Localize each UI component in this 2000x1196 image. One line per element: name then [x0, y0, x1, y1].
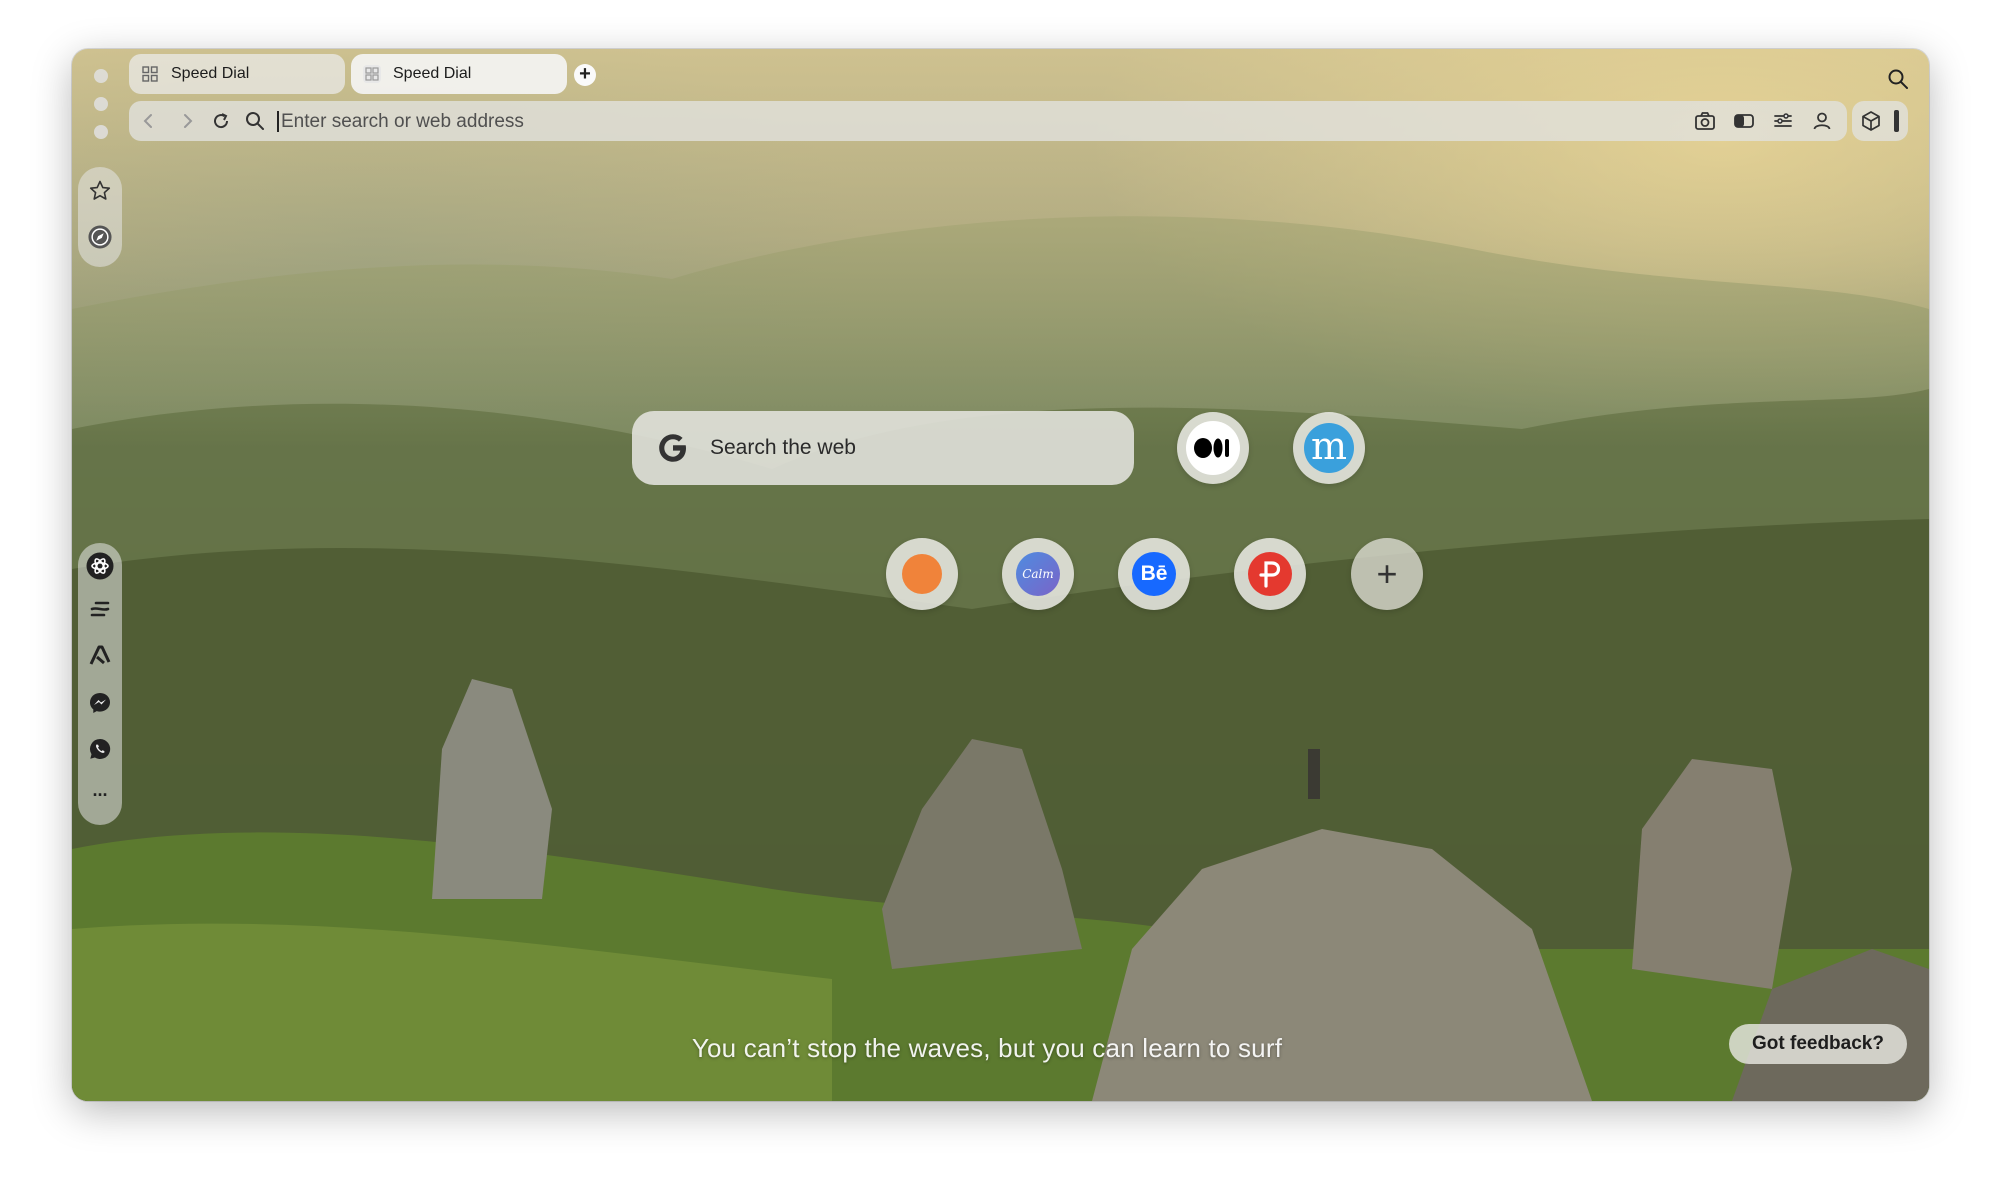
reader-mode-icon[interactable] — [1733, 110, 1755, 132]
tab-label: Speed Dial — [393, 65, 472, 82]
orange-circle-icon — [902, 554, 942, 594]
reload-icon[interactable] — [211, 111, 231, 131]
zoom-window-button[interactable] — [94, 125, 108, 139]
google-icon — [656, 431, 690, 465]
more-icon[interactable]: ··· — [88, 783, 112, 807]
tab-label: Speed Dial — [171, 65, 250, 82]
window-controls — [94, 69, 110, 153]
speed-dial-add-button[interactable]: + — [1351, 538, 1423, 610]
tab-speed-dial-1[interactable]: Speed Dial — [129, 54, 345, 94]
wallpaper-landscape — [72, 49, 1929, 1101]
whatsapp-icon[interactable] — [88, 737, 112, 761]
speed-dial-calm[interactable]: Calm — [1002, 538, 1074, 610]
speed-dial-grid-icon — [141, 65, 159, 83]
new-tab-button[interactable]: + — [574, 64, 596, 86]
p-logo-icon — [1248, 552, 1292, 596]
search-tabs-icon[interactable] — [1887, 68, 1909, 90]
tab-speed-dial-2[interactable]: Speed Dial — [351, 54, 567, 94]
minimize-window-button[interactable] — [94, 97, 108, 111]
speed-dial-producthunt[interactable] — [1234, 538, 1306, 610]
speed-dial-grid-icon — [363, 65, 381, 83]
easy-setup-icon[interactable] — [1772, 110, 1794, 132]
back-icon[interactable] — [139, 111, 159, 131]
extensions-area — [1852, 101, 1908, 141]
extensions-cube-icon[interactable] — [1860, 110, 1882, 132]
search-icon — [245, 111, 265, 131]
aria-icon[interactable] — [88, 643, 112, 667]
compass-icon[interactable] — [88, 225, 112, 249]
got-feedback-button[interactable]: Got feedback? — [1729, 1024, 1907, 1064]
web-search-box[interactable]: Search the web — [632, 411, 1134, 485]
speed-dial-orange[interactable] — [886, 538, 958, 610]
perplexity-icon[interactable] — [88, 597, 112, 621]
openai-icon[interactable] — [86, 552, 114, 580]
sidebar-apps-group: ··· — [78, 543, 122, 825]
star-icon[interactable] — [88, 179, 112, 203]
browser-window: Speed Dial Speed Dial + Enter search or … — [72, 49, 1929, 1101]
close-window-button[interactable] — [94, 69, 108, 83]
search-web-placeholder: Search the web — [710, 436, 856, 459]
forward-icon[interactable] — [177, 111, 197, 131]
medium-icon — [1186, 421, 1240, 475]
address-input[interactable] — [279, 105, 1483, 139]
sidebar-top-group — [78, 167, 122, 267]
speed-dial-medium[interactable] — [1177, 412, 1249, 484]
sidebar-toggle-icon[interactable] — [1894, 110, 1899, 132]
behance-icon: Bē — [1132, 552, 1176, 596]
wallpaper-quote: You can’t stop the waves, but you can le… — [691, 1033, 1283, 1063]
calm-icon: Calm — [1016, 552, 1060, 596]
profile-icon[interactable] — [1811, 110, 1833, 132]
plus-icon: + — [1376, 553, 1398, 594]
messenger-icon[interactable] — [88, 691, 112, 715]
m-logo-icon: m — [1304, 423, 1354, 473]
camera-icon[interactable] — [1694, 110, 1716, 132]
address-bar — [129, 101, 1847, 141]
speed-dial-mastodon[interactable]: m — [1293, 412, 1365, 484]
speed-dial-behance[interactable]: Bē — [1118, 538, 1190, 610]
